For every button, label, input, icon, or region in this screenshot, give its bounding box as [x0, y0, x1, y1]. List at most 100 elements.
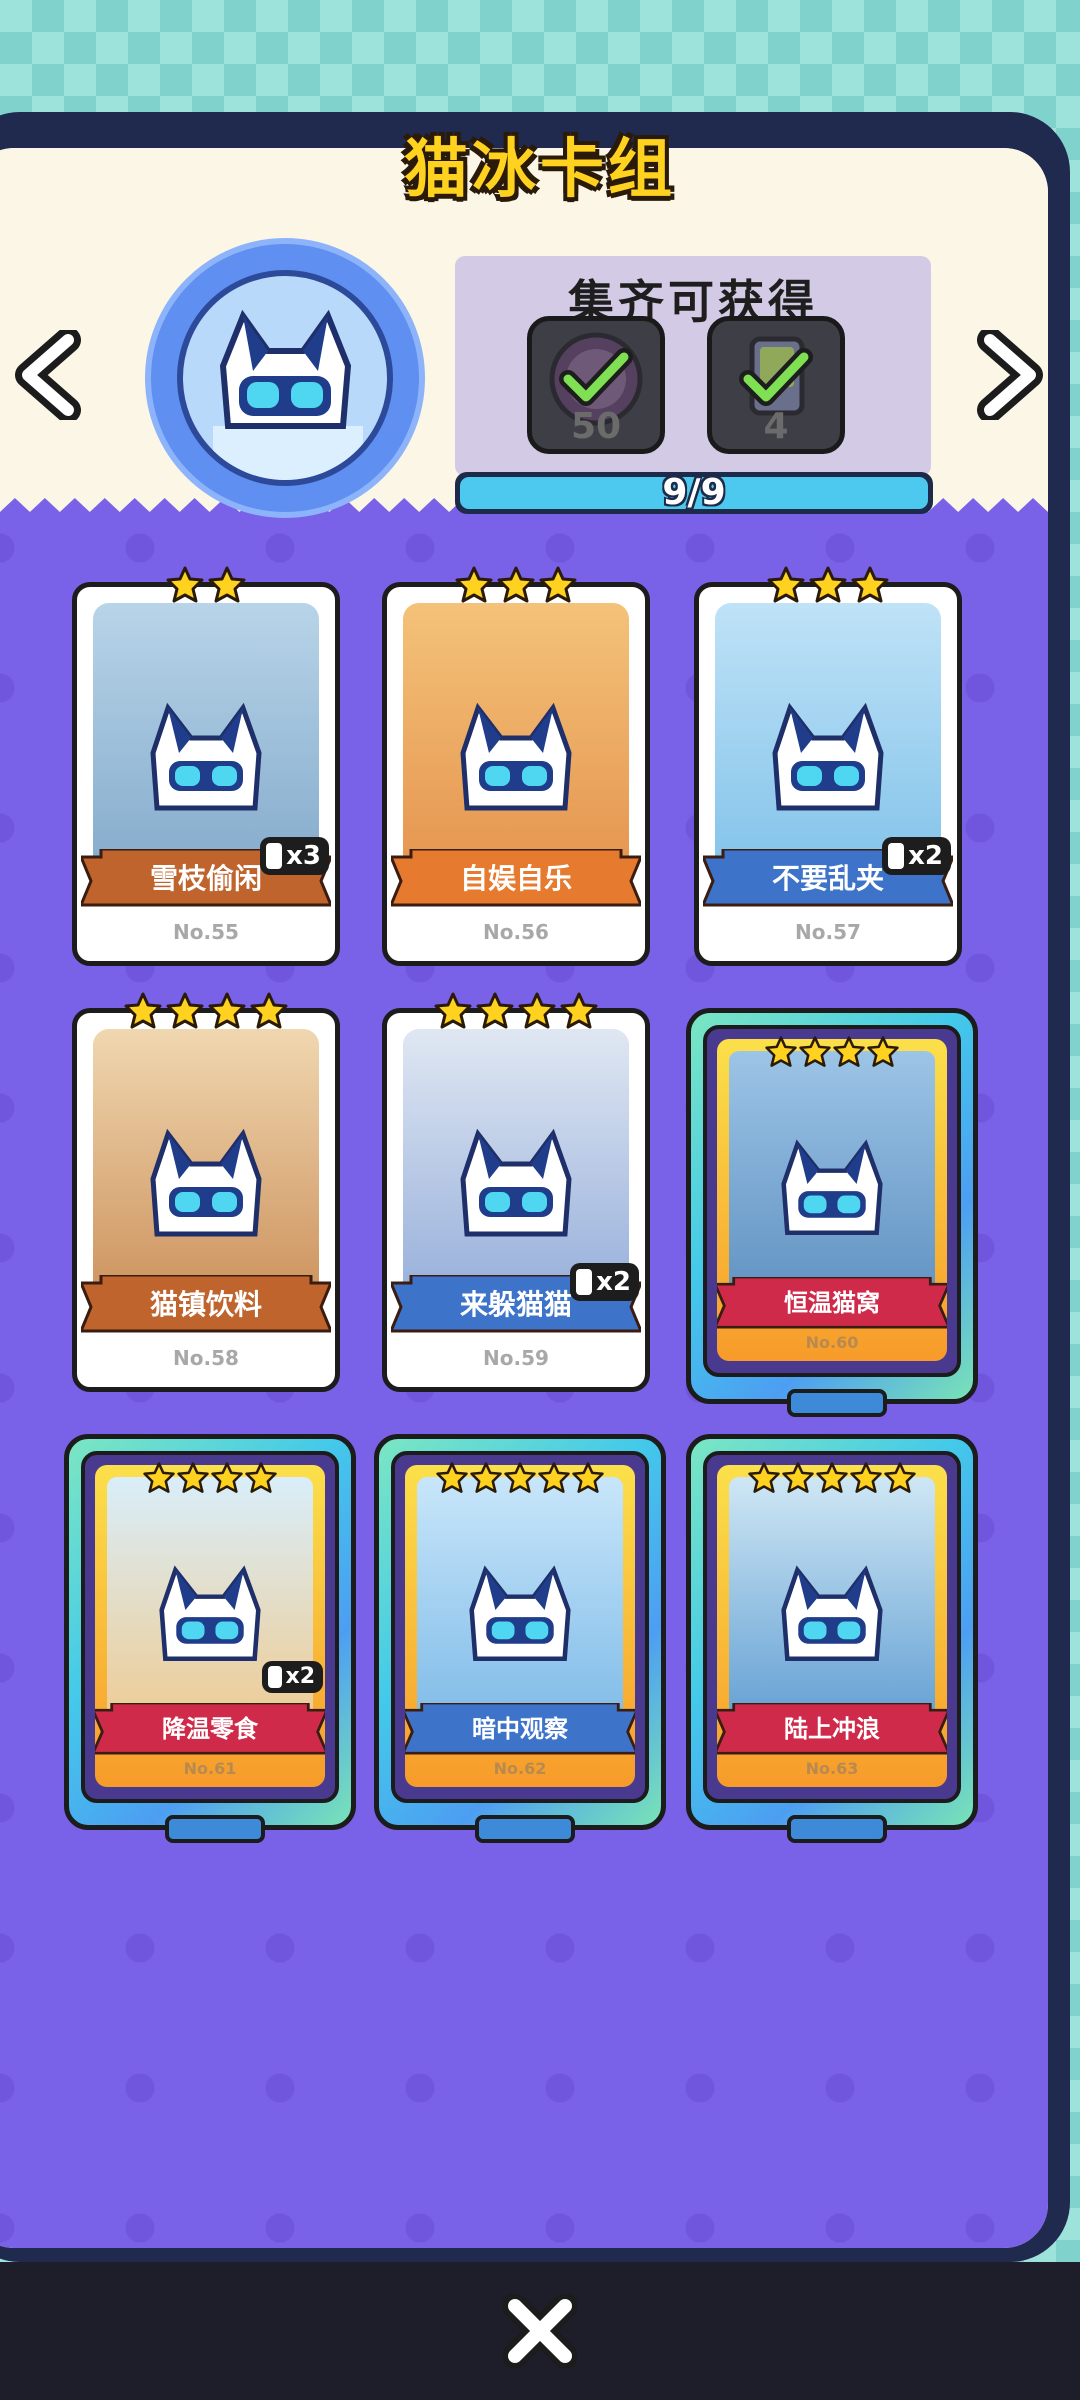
reward-amount: 50	[570, 406, 622, 447]
star-icon	[866, 1035, 900, 1069]
card-stars	[691, 1035, 973, 1071]
duplicate-badge: x2	[570, 1263, 639, 1301]
card-no-58[interactable]: 猫镇饮料 No.58	[72, 992, 340, 1392]
star-icon	[435, 1461, 469, 1495]
chevron-right-icon[interactable]	[968, 330, 1048, 420]
star-icon	[176, 1461, 210, 1495]
card-stars	[379, 1461, 661, 1497]
card-no-55[interactable]: 雪枝偷闲 No.55 x3	[72, 566, 340, 966]
star-icon	[207, 991, 247, 1031]
star-icon	[454, 565, 494, 605]
card-stars	[387, 991, 645, 1035]
card-no-62[interactable]: 暗中观察 No.62	[374, 1434, 666, 1843]
star-icon	[469, 1461, 503, 1495]
card-name: 陆上冲浪	[784, 1715, 880, 1743]
card-name: 降温零食	[162, 1715, 258, 1743]
star-icon	[475, 991, 515, 1031]
collection-progress-bar: 9/9	[455, 472, 933, 514]
star-icon	[559, 991, 599, 1031]
card-count-icon	[888, 843, 905, 869]
star-icon	[244, 1461, 278, 1495]
rewards-title: 集齐可获得	[568, 275, 818, 329]
duplicate-count: x2	[596, 1267, 631, 1297]
duplicate-badge: x2	[882, 837, 951, 875]
star-icon	[165, 565, 205, 605]
card-number: No.62	[493, 1759, 547, 1778]
star-icon	[496, 565, 536, 605]
rare-card-base	[787, 1389, 887, 1417]
card-number: No.59	[483, 1346, 549, 1370]
deck-emblem	[145, 238, 425, 518]
card-no-63[interactable]: 陆上冲浪 No.63	[686, 1434, 978, 1843]
card-stars	[691, 1461, 973, 1497]
star-icon	[517, 991, 557, 1031]
rare-card-base	[787, 1815, 887, 1843]
card-no-60[interactable]: 恒温猫窝 No.60	[686, 1008, 978, 1417]
star-icon	[503, 1461, 537, 1495]
star-icon	[747, 1461, 781, 1495]
star-icon	[538, 565, 578, 605]
deck-title: 猫冰卡组	[404, 133, 676, 207]
star-icon	[883, 1461, 917, 1495]
rare-card-border: 陆上冲浪 No.63	[703, 1451, 961, 1803]
progress-label: 9/9	[662, 472, 726, 513]
card-count-icon	[267, 1666, 282, 1688]
rare-card-base	[165, 1815, 265, 1843]
rare-card-border: 恒温猫窝 No.60	[703, 1025, 961, 1377]
rare-card-base	[475, 1815, 575, 1843]
card-number: No.57	[795, 920, 861, 944]
star-icon	[808, 565, 848, 605]
reward-cat-badge[interactable]: 50	[527, 316, 665, 454]
card-name: 恒温猫窝	[784, 1289, 880, 1317]
star-icon	[815, 1461, 849, 1495]
card-stars	[77, 991, 335, 1035]
star-icon	[433, 991, 473, 1031]
card-number: No.55	[173, 920, 239, 944]
card-number: No.60	[805, 1333, 859, 1352]
card-stars	[699, 565, 957, 609]
card-count-icon	[266, 843, 283, 869]
rare-card-border: 降温零食 No.61 x2	[81, 1451, 339, 1803]
card-stars	[387, 565, 645, 609]
star-icon	[798, 1035, 832, 1069]
card-no-61[interactable]: 降温零食 No.61 x2	[64, 1434, 356, 1843]
card-number: No.63	[805, 1759, 859, 1778]
card-number: No.61	[183, 1759, 237, 1778]
reward-card-pack[interactable]: 4	[707, 316, 845, 454]
star-icon	[781, 1461, 815, 1495]
card-number: No.58	[173, 1346, 239, 1370]
card-no-57[interactable]: 不要乱夹 No.57 x2	[694, 566, 962, 966]
star-icon	[537, 1461, 571, 1495]
duplicate-badge: x2	[261, 1661, 323, 1693]
ice-cat-icon	[213, 309, 363, 480]
duplicate-count: x3	[286, 841, 321, 871]
star-icon	[849, 1461, 883, 1495]
star-icon	[207, 565, 247, 605]
star-icon	[210, 1461, 244, 1495]
card-name: 猫镇饮料	[149, 1288, 262, 1321]
star-icon	[764, 1035, 798, 1069]
duplicate-count: x2	[285, 1664, 316, 1689]
card-count-icon	[576, 1269, 593, 1295]
card-no-59[interactable]: 来躲猫猫 No.59 x2	[382, 992, 650, 1392]
star-icon	[850, 565, 890, 605]
star-icon	[766, 565, 806, 605]
rare-card-face: 降温零食 No.61 x2	[95, 1465, 325, 1787]
rare-card-face: 陆上冲浪 No.63	[717, 1465, 947, 1787]
star-icon	[571, 1461, 605, 1495]
duplicate-count: x2	[908, 841, 943, 871]
star-icon	[142, 1461, 176, 1495]
star-icon	[165, 991, 205, 1031]
rare-card-border: 暗中观察 No.62	[391, 1451, 649, 1803]
card-no-56[interactable]: 自娱自乐 No.56	[382, 566, 650, 966]
close-icon[interactable]	[503, 2294, 577, 2368]
card-name: 暗中观察	[472, 1715, 568, 1743]
duplicate-badge: x3	[260, 837, 329, 875]
rare-card-face: 暗中观察 No.62	[405, 1465, 635, 1787]
star-icon	[832, 1035, 866, 1069]
chevron-left-icon[interactable]	[10, 330, 90, 420]
card-stars	[77, 565, 335, 609]
star-icon	[123, 991, 163, 1031]
card-number: No.56	[483, 920, 549, 944]
reward-amount: 4	[763, 406, 789, 447]
